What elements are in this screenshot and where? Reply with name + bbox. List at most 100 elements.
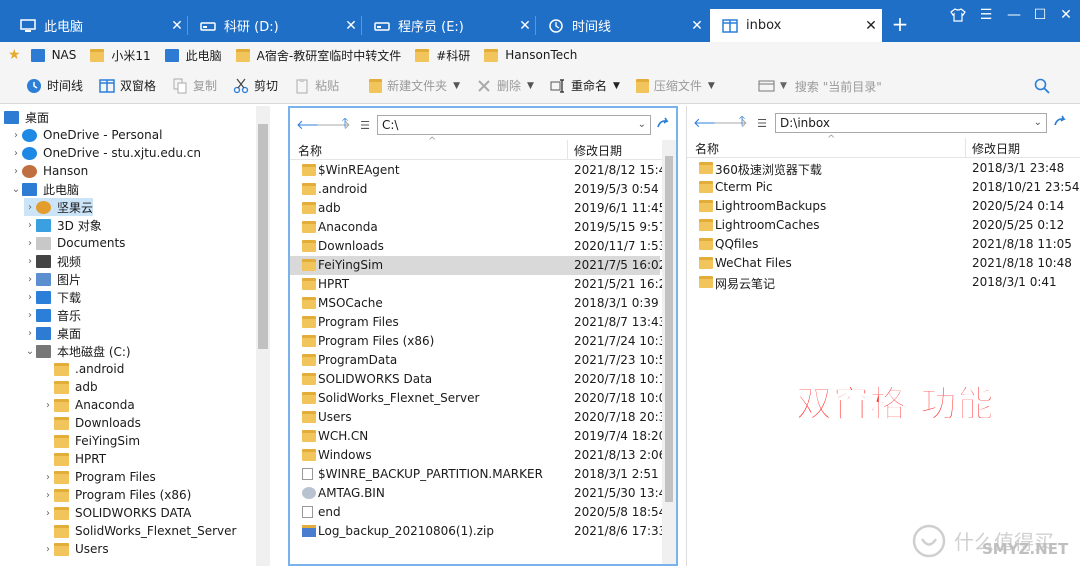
tree-scrollbar[interactable] xyxy=(256,106,270,566)
shirt-icon[interactable] xyxy=(944,4,972,26)
expand-chevron-icon[interactable]: › xyxy=(42,508,54,519)
expand-chevron-icon[interactable]: › xyxy=(24,274,36,285)
file-row[interactable]: Log_backup_20210806(1).zip 2021/8/6 17:33 xyxy=(290,522,666,541)
file-row[interactable]: AMTAG.BIN 2021/5/30 13:46 xyxy=(290,484,674,503)
tree-item[interactable]: › 3D 对象 xyxy=(24,216,102,234)
minimize-button[interactable]: — xyxy=(1000,4,1028,26)
back-arrow-icon[interactable]: 🡐 xyxy=(693,115,728,131)
compress-button[interactable]: 压缩文件 ▼ xyxy=(635,77,715,94)
copy-button[interactable]: 复制 xyxy=(172,77,217,94)
view-layout-icon[interactable] xyxy=(758,79,776,93)
file-row[interactable]: Windows 2021/8/13 2:06 xyxy=(290,446,666,465)
forward-arrow-icon[interactable]: 🡒 xyxy=(713,115,748,131)
history-icon[interactable]: ☰ xyxy=(356,119,374,132)
refresh-icon[interactable] xyxy=(1053,115,1067,129)
file-row[interactable]: Users 2020/7/18 20:34 xyxy=(290,408,674,427)
file-row[interactable]: .android 2019/5/3 0:54 xyxy=(290,180,660,199)
expand-chevron-icon[interactable]: ⌄ xyxy=(24,346,36,357)
favorite-hansontech[interactable]: HansonTech xyxy=(484,48,577,62)
file-row[interactable]: HPRT 2021/5/21 16:21 xyxy=(290,275,674,294)
tree-item[interactable]: adb xyxy=(42,378,98,396)
close-icon[interactable]: ✕ xyxy=(860,18,882,34)
tree-item[interactable]: › Anaconda xyxy=(42,396,135,414)
expand-chevron-icon[interactable]: › xyxy=(24,292,36,303)
cut-button[interactable]: 剪切 xyxy=(233,77,278,94)
file-row[interactable]: LightroomCaches 2020/5/25 0:12 xyxy=(687,216,1077,235)
tree-item[interactable]: › 视频 xyxy=(24,252,81,270)
file-row[interactable]: Anaconda 2019/5/15 9:51 xyxy=(290,218,666,237)
up-arrow-icon[interactable]: 🡑 xyxy=(733,112,751,134)
expand-chevron-icon[interactable]: › xyxy=(24,202,36,213)
tree-item[interactable]: 桌面 xyxy=(4,108,49,126)
tree-item[interactable]: FeiYingSim xyxy=(42,432,140,450)
left-address-bar[interactable]: C:\ ⌄ xyxy=(377,115,651,135)
expand-chevron-icon[interactable]: › xyxy=(42,400,54,411)
tree-item[interactable]: › 图片 xyxy=(24,270,81,288)
menu-icon[interactable]: ☰ xyxy=(972,4,1000,26)
search-icon[interactable] xyxy=(1034,78,1050,94)
maximize-button[interactable]: ☐ xyxy=(1026,4,1054,26)
tree-item[interactable]: Downloads xyxy=(42,414,141,432)
file-row[interactable]: end 2020/5/8 18:54 xyxy=(290,503,666,522)
file-row[interactable]: SolidWorks_Flexnet_Server 2020/7/18 10:08 xyxy=(290,389,674,408)
tree-item[interactable]: › 桌面 xyxy=(24,324,81,342)
refresh-icon[interactable] xyxy=(656,117,670,131)
name-column-header[interactable]: 名称 xyxy=(695,140,719,157)
file-row[interactable]: 360极速浏览器下载 2018/3/1 23:48 xyxy=(687,159,1077,178)
favorite-dorm-transfer[interactable]: A宿舍-教研室临时中转文件 xyxy=(235,47,401,64)
tree-item[interactable]: .android xyxy=(42,360,124,378)
forward-arrow-icon[interactable]: 🡒 xyxy=(316,117,351,133)
expand-chevron-icon[interactable]: › xyxy=(10,148,22,159)
expand-chevron-icon[interactable]: › xyxy=(24,256,36,267)
expand-chevron-icon[interactable]: ⌄ xyxy=(10,184,22,195)
tab-drive-e[interactable]: 程序员 (E:) ✕ xyxy=(362,9,536,42)
date-column-header[interactable]: 修改日期 xyxy=(972,140,1020,157)
file-row[interactable]: Program Files (x86) 2021/7/24 10:30 xyxy=(290,332,674,351)
tree-item[interactable]: › Users xyxy=(42,540,109,558)
expand-chevron-icon[interactable]: › xyxy=(24,220,36,231)
favorite-research[interactable]: #科研 xyxy=(415,47,470,64)
search-input[interactable]: 搜索 "当前目录" xyxy=(795,78,882,95)
left-scrollbar[interactable] xyxy=(662,140,676,564)
tree-item[interactable]: › 坚果云 xyxy=(24,198,94,216)
close-icon[interactable]: ✕ xyxy=(166,18,188,34)
file-row[interactable]: MSOCache 2018/3/1 0:39 xyxy=(290,294,660,313)
close-icon[interactable]: ✕ xyxy=(514,18,536,34)
file-row[interactable]: SOLIDWORKS Data 2020/7/18 10:18 xyxy=(290,370,674,389)
tree-item[interactable]: › 音乐 xyxy=(24,306,81,324)
file-row[interactable]: Downloads 2020/11/7 1:53 xyxy=(290,237,666,256)
close-icon[interactable]: ✕ xyxy=(340,18,362,34)
expand-chevron-icon[interactable]: › xyxy=(42,472,54,483)
file-row[interactable]: WeChat Files 2021/8/18 10:48 xyxy=(687,254,1077,273)
close-window-button[interactable]: ✕ xyxy=(1052,4,1080,26)
tree-item[interactable]: › OneDrive - stu.xjtu.edu.cn xyxy=(10,144,201,162)
tree-scroll-thumb[interactable] xyxy=(258,124,268,349)
right-address-bar[interactable]: D:\inbox ⌄ xyxy=(775,113,1047,133)
expand-chevron-icon[interactable]: › xyxy=(10,166,22,177)
name-column-header[interactable]: 名称 xyxy=(298,142,322,159)
paste-button[interactable]: 粘贴 xyxy=(294,77,339,94)
tree-item[interactable]: ⌄ 本地磁盘 (C:) xyxy=(24,342,131,360)
file-row[interactable]: ProgramData 2021/7/23 10:50 xyxy=(290,351,674,370)
search-box[interactable]: ▼ 搜索 "当前目录" xyxy=(758,74,1060,98)
tree-item[interactable]: › Documents xyxy=(24,234,125,252)
file-row[interactable]: WCH.CN 2019/7/4 18:20 xyxy=(290,427,666,446)
tab-inbox[interactable]: inbox ✕ xyxy=(710,9,882,42)
tree-item[interactable]: SolidWorks_Flexnet_Server xyxy=(42,522,236,540)
tree-item[interactable]: › Hanson xyxy=(10,162,88,180)
timeline-button[interactable]: 时间线 xyxy=(26,77,83,94)
up-arrow-icon[interactable]: 🡑 xyxy=(336,114,354,136)
favorite-mi11[interactable]: 小米11 xyxy=(90,47,151,64)
expand-chevron-icon[interactable]: › xyxy=(24,238,36,249)
expand-chevron-icon[interactable]: › xyxy=(42,490,54,501)
history-icon[interactable]: ☰ xyxy=(753,117,771,130)
delete-button[interactable]: 删除 ▼ xyxy=(476,77,534,94)
back-arrow-icon[interactable]: 🡐 xyxy=(296,117,331,133)
file-row[interactable]: $WinREAgent 2021/8/12 15:40 xyxy=(290,161,674,180)
tree-item[interactable]: › 下载 xyxy=(24,288,81,306)
tab-drive-d[interactable]: 科研 (D:) ✕ xyxy=(188,9,362,42)
favorite-nas[interactable]: NAS xyxy=(30,48,76,62)
tree-item[interactable]: › OneDrive - Personal xyxy=(10,126,162,144)
expand-chevron-icon[interactable]: › xyxy=(24,328,36,339)
expand-chevron-icon[interactable]: › xyxy=(24,310,36,321)
